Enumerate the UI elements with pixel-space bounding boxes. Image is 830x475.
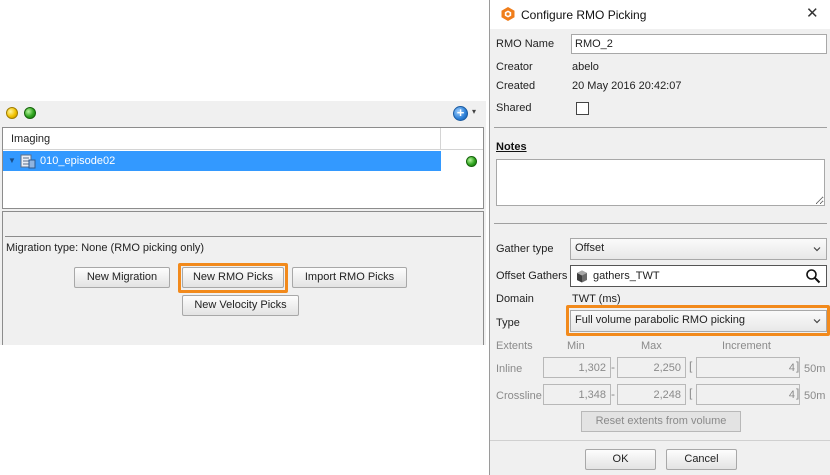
dialog-title: Configure RMO Picking [521,8,647,22]
offset-gathers-field[interactable]: gathers_TWT [570,265,827,287]
item-status-icon [466,156,477,167]
inline-increment-field[interactable]: 4 [696,357,800,378]
created-value: 20 May 2016 20:42:07 [572,80,682,92]
imaging-tree: Imaging ▼ 010_episode02 [2,127,484,209]
new-rmo-picks-button[interactable]: New RMO Picks [182,267,284,288]
inline-max-field[interactable]: 2,250 [617,357,686,378]
dialog-title-bar: Configure RMO Picking ✕ [490,0,830,29]
rmo-name-input[interactable] [571,34,827,54]
crossline-dash: - [611,387,615,401]
tree-item-episode[interactable]: ▼ 010_episode02 [3,151,441,171]
gather-type-select[interactable]: Offset [570,238,827,260]
gather-type-label: Gather type [496,243,554,255]
inline-label: Inline [496,363,523,375]
chevron-down-icon [813,319,821,324]
inline-unit: 50m [804,363,826,375]
tree-header-label: Imaging [11,133,51,145]
imaging-item-icon [20,154,36,169]
notes-textarea[interactable] [496,159,825,206]
ok-button[interactable]: OK [585,449,656,470]
created-label: Created [496,80,536,92]
extents-label: Extents [496,340,533,352]
close-icon[interactable]: ✕ [806,4,819,22]
creator-value: abelo [572,61,599,73]
offset-gathers-value: gathers_TWT [593,270,660,282]
cancel-button[interactable]: Cancel [666,449,737,470]
crossline-increment-field[interactable]: 4 [696,384,800,405]
extents-increment-label: Increment [722,340,771,352]
actions-separator [5,236,481,237]
section-separator-2 [494,223,827,224]
add-dropdown-arrow-icon[interactable]: ▾ [472,107,476,116]
configure-rmo-dialog: Configure RMO Picking ✕ RMO Name Creator… [489,0,830,475]
footer-separator [490,440,830,441]
new-velocity-picks-button[interactable]: New Velocity Picks [182,295,299,316]
import-rmo-picks-button[interactable]: Import RMO Picks [292,267,407,288]
yellow-status-icon [6,107,18,119]
creator-label: Creator [496,61,533,73]
migration-type-label: Migration type: None (RMO picking only) [6,242,205,254]
search-icon[interactable] [805,268,821,284]
tree-item-label: 010_episode02 [40,155,116,167]
tree-header-divider [440,128,441,150]
app-logo-icon [501,7,515,21]
crossline-unit: 50m [804,390,826,402]
gather-type-value: Offset [575,242,605,254]
type-select[interactable]: Full volume parabolic RMO picking [570,310,827,332]
domain-value: TWT (ms) [572,293,621,305]
gather-cube-icon [577,270,587,283]
crossline-open-bracket: [ [689,386,693,400]
type-label: Type [496,317,520,329]
crossline-max-field[interactable]: 2,248 [617,384,686,405]
add-icon[interactable]: + [453,106,468,121]
notes-title: Notes [496,141,527,153]
inline-open-bracket: [ [689,359,693,373]
chevron-down-icon [813,247,821,252]
offset-gathers-label: Offset Gathers [496,270,568,282]
section-separator [494,127,827,128]
inline-close-bracket: ] [796,359,800,373]
reset-extents-button[interactable]: Reset extents from volume [581,411,741,432]
extents-min-label: Min [567,340,585,352]
inline-dash: - [611,360,615,374]
inline-min-field[interactable]: 1,302 [543,357,611,378]
crossline-label: Crossline [496,390,542,402]
expand-arrow-icon[interactable]: ▼ [8,156,16,165]
imaging-panel: + ▾ Imaging ▼ 010_episode02 Migration ty… [0,101,486,345]
type-value: Full volume parabolic RMO picking [575,314,745,326]
crossline-min-field[interactable]: 1,348 [543,384,611,405]
extents-max-label: Max [641,340,662,352]
tree-header: Imaging [3,128,483,150]
shared-checkbox[interactable] [576,102,589,115]
rmo-name-label: RMO Name [496,38,555,50]
crossline-close-bracket: ] [796,386,800,400]
green-status-icon [24,107,36,119]
new-migration-button[interactable]: New Migration [74,267,170,288]
shared-label: Shared [496,102,532,114]
panel-toolbar: + ▾ [0,101,486,125]
domain-label: Domain [496,293,534,305]
